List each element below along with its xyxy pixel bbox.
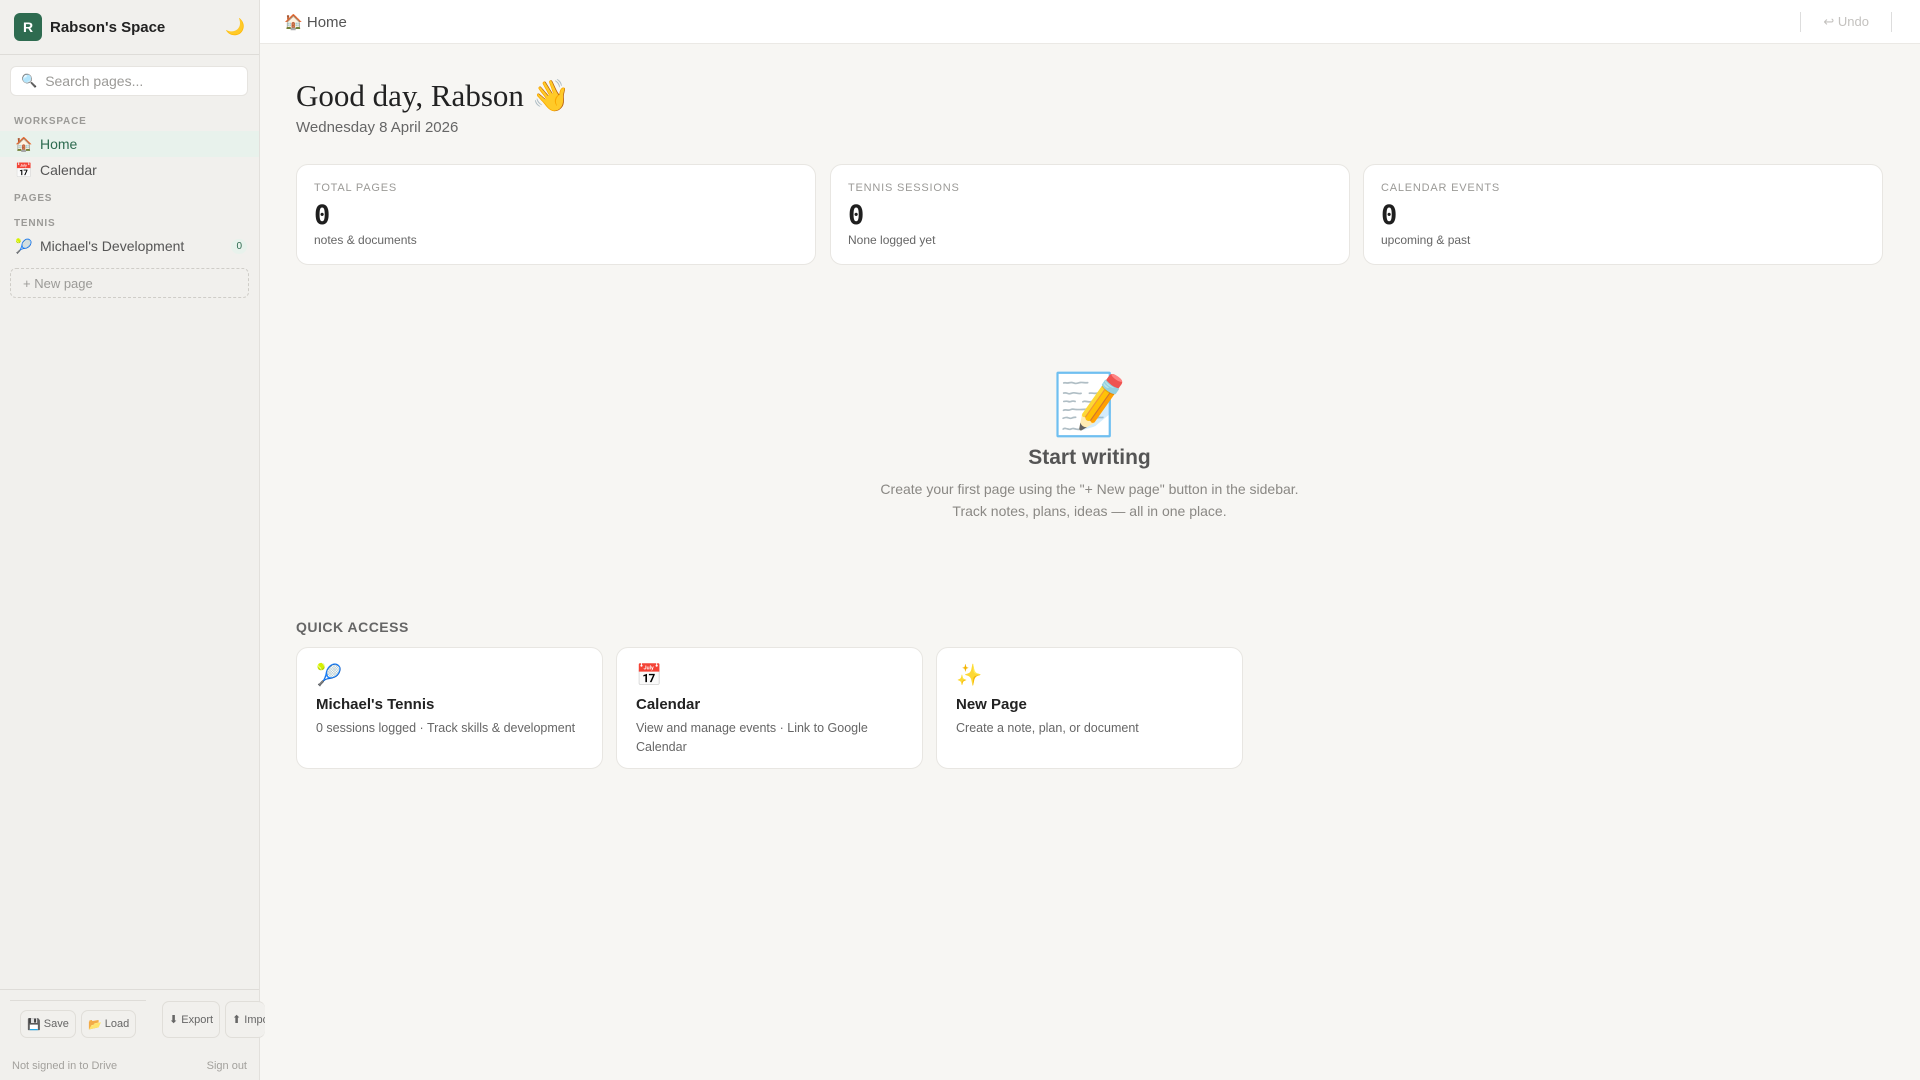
quick-card-michaels-tennis[interactable]: 🎾 Michael's Tennis 0 sessions logged · Tra… bbox=[296, 647, 603, 769]
search-placeholder: Search pages... bbox=[45, 73, 144, 89]
calendar-icon: 📅 bbox=[15, 161, 33, 178]
stat-sub: upcoming & past bbox=[1381, 233, 1471, 247]
home-icon: 🏠 bbox=[284, 13, 303, 31]
current-date: Wednesday 8 April 2026 bbox=[296, 119, 459, 136]
sidebar-item-label: Home bbox=[40, 136, 78, 152]
quick-card-calendar[interactable]: 📅 Calendar View and manage events · Link t… bbox=[616, 647, 923, 769]
empty-title: Start writing bbox=[1028, 446, 1151, 469]
tennis-icon: 🎾 bbox=[316, 664, 343, 687]
tennis-icon: 🎾 bbox=[15, 237, 33, 254]
stat-value: 0 bbox=[314, 200, 331, 231]
stat-card-tennis-sessions: TENNIS SESSIONS 0 None logged yet bbox=[830, 164, 1350, 265]
workspace-header: R Rabson's Space 🌙 bbox=[0, 0, 259, 55]
save-label: Save bbox=[43, 1018, 69, 1030]
quick-desc: Create a note, plan, or document bbox=[956, 721, 1139, 735]
greeting: Good day, Rabson 👋 bbox=[296, 78, 571, 113]
memo-icon: 📝 bbox=[1052, 371, 1127, 438]
stat-label: TENNIS SESSIONS bbox=[848, 182, 960, 194]
count-badge: 0 bbox=[231, 238, 247, 254]
save-icon: 💾 bbox=[27, 1018, 44, 1031]
section-workspace: WORKSPACE bbox=[14, 116, 87, 127]
workspace-logo: R bbox=[14, 13, 42, 41]
dark-mode-toggle-moon-icon[interactable]: 🌙 bbox=[225, 17, 245, 37]
sidebar-item-home[interactable]: 🏠 Home bbox=[0, 131, 259, 157]
section-tennis: TENNIS bbox=[14, 218, 56, 229]
stat-label: TOTAL PAGES bbox=[314, 182, 397, 194]
breadcrumb-home: Home bbox=[306, 13, 347, 31]
save-button[interactable]: 💾 Save bbox=[20, 1010, 76, 1038]
empty-state: 📝 Start writing Create your first page u… bbox=[296, 369, 1883, 522]
sidebar-item-label: Calendar bbox=[40, 162, 97, 178]
sidebar-item-calendar[interactable]: 📅 Calendar bbox=[0, 157, 259, 183]
quick-access-heading: QUICK ACCESS bbox=[296, 619, 409, 635]
workspace-name[interactable]: Rabson's Space bbox=[50, 19, 225, 36]
stat-card-total-pages: TOTAL PAGES 0 notes & documents bbox=[296, 164, 816, 265]
folder-icon: 📂 bbox=[88, 1018, 105, 1031]
empty-line-2: Track notes, plans, ideas — all in one p… bbox=[952, 503, 1227, 519]
sidebar-item-label: Michael's Development bbox=[40, 238, 185, 254]
import-button[interactable]: ⬆ Import bbox=[225, 1001, 265, 1038]
topbar: 🏠 Home ↩ Undo bbox=[260, 0, 1920, 44]
stat-label: CALENDAR EVENTS bbox=[1381, 182, 1500, 194]
sign-out-link[interactable]: Sign out bbox=[207, 1060, 247, 1072]
new-page-button[interactable]: + New page bbox=[10, 268, 249, 298]
sidebar: R Rabson's Space 🌙 🔍 Search pages... WORK… bbox=[0, 0, 265, 1080]
stat-value: 0 bbox=[1381, 200, 1398, 231]
empty-line-1: Create your first page using the "+ New … bbox=[880, 481, 1299, 497]
search-icon: 🔍 bbox=[21, 73, 38, 88]
section-pages: PAGES bbox=[14, 193, 53, 204]
sparkles-icon: ✨ bbox=[956, 664, 983, 687]
quick-title: New Page bbox=[956, 696, 1027, 713]
drive-status: Not signed in to Drive bbox=[12, 1060, 118, 1072]
quick-title: Calendar bbox=[636, 696, 701, 713]
quick-card-new-page[interactable]: ✨ New Page Create a note, plan, or documen… bbox=[936, 647, 1243, 769]
search-input[interactable]: 🔍 Search pages... bbox=[10, 66, 248, 96]
home-icon: 🏠 bbox=[15, 135, 33, 152]
stat-sub: notes & documents bbox=[314, 233, 417, 247]
load-button[interactable]: 📂 Load bbox=[81, 1010, 137, 1038]
divider bbox=[10, 1000, 146, 1001]
quick-desc: View and manage events · Link to Google … bbox=[636, 721, 868, 754]
upload-icon: ⬆ bbox=[232, 1014, 245, 1026]
import-label: Import bbox=[244, 1013, 265, 1026]
quick-desc: 0 sessions logged · Track skills & devel… bbox=[316, 721, 576, 735]
sidebar-item-michaels-development[interactable]: 🎾 Michael's Development 0 bbox=[0, 233, 259, 259]
stat-value: 0 bbox=[848, 200, 865, 231]
download-icon: ⬇ bbox=[169, 1014, 182, 1026]
stat-card-calendar-events: CALENDAR EVENTS 0 upcoming & past bbox=[1363, 164, 1883, 265]
calendar-icon: 📅 bbox=[636, 664, 663, 687]
undo-button[interactable]: ↩ Undo bbox=[1800, 12, 1892, 32]
load-label: Load bbox=[104, 1018, 130, 1030]
sidebar-footer: 💾 Save 📂 Load ⬇ Export ⬆ Import Not sign… bbox=[0, 989, 265, 1080]
export-button[interactable]: ⬇ Export bbox=[162, 1001, 221, 1038]
quick-title: Michael's Tennis bbox=[316, 696, 435, 713]
stat-sub: None logged yet bbox=[848, 233, 936, 247]
export-label: Export bbox=[181, 1013, 214, 1026]
breadcrumb[interactable]: 🏠 Home bbox=[284, 13, 347, 31]
